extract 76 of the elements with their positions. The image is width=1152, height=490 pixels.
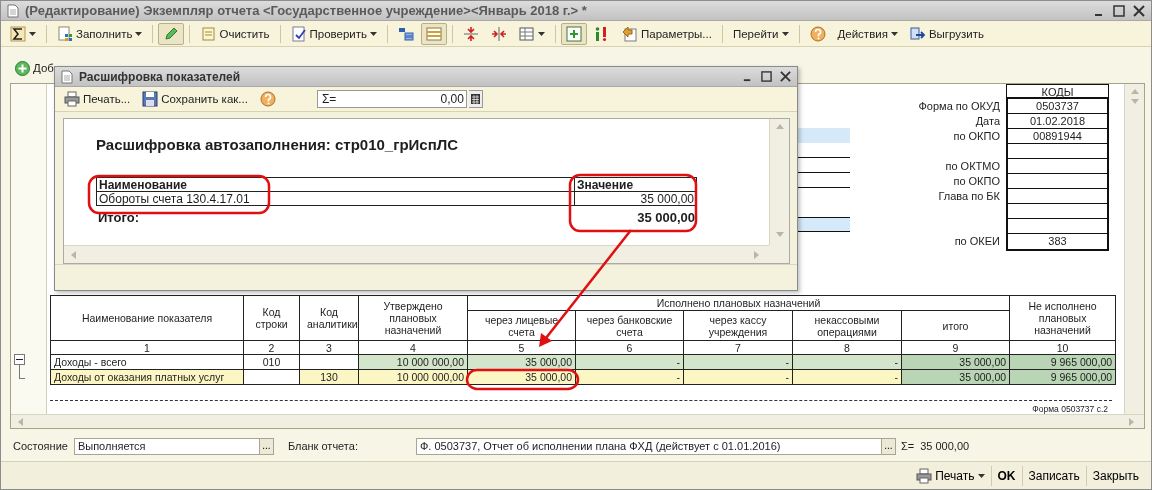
caret-icon: [977, 473, 985, 478]
code-value: 383: [1006, 234, 1109, 251]
codes-header: КОДЫ: [1006, 84, 1109, 99]
dialog-title: Расшифровка показателей: [79, 69, 241, 84]
close-icon[interactable]: [780, 71, 791, 82]
printer-icon: [64, 91, 80, 107]
code-value: 01.02.2018: [1006, 114, 1109, 129]
column-header: Не исполнено плановых назначений: [1009, 295, 1116, 341]
code-value: 0503737: [1006, 99, 1109, 114]
code-label: по ОКПО: [952, 174, 1001, 189]
code-label: Форма по ОКУД: [917, 99, 1001, 114]
toolbar-button[interactable]: Параметры...: [617, 22, 717, 45]
code-value: 00891944: [1006, 129, 1109, 144]
column-header: Значение: [574, 177, 697, 192]
toolbar-button[interactable]: Выгрузить: [904, 22, 989, 45]
document-grid-icon: [57, 25, 73, 42]
code-label: Дата: [974, 114, 1001, 129]
help-icon[interactable]: [809, 25, 826, 42]
export-icon: [909, 25, 926, 42]
table-rows-icon: [426, 25, 443, 42]
total-label: Итого:: [97, 209, 140, 226]
toolbar-button[interactable]: Печать...: [59, 88, 136, 110]
column-header: через кассу учреждения: [683, 310, 793, 341]
column-header: Утверждено плановых назначений: [358, 295, 468, 341]
code-label: по ОКТМО: [944, 159, 1001, 174]
add-square-icon: [566, 25, 583, 42]
column-header: Код строки: [243, 295, 300, 341]
help-icon[interactable]: [259, 91, 276, 107]
column-header: итого: [901, 310, 1010, 341]
column-header: Код аналитики: [299, 295, 359, 341]
sum-label: Σ=: [900, 440, 915, 452]
collapse-arrows-icon: [463, 25, 480, 42]
calculator-button[interactable]: [468, 90, 483, 108]
maximize-icon[interactable]: [1113, 4, 1125, 17]
note-icon: [200, 25, 217, 42]
code-label: по ОКПО: [952, 129, 1001, 144]
grid-icon: [519, 25, 536, 42]
window-title: (Редактирование) Экземпляр отчета <Государственное учреждение><Январь 2018 г.> *: [25, 3, 587, 18]
page-label: Форма 0503737 с.2: [1032, 404, 1108, 414]
column-header: Наименование показателя: [50, 295, 244, 341]
toolbar-button[interactable]: Сохранить как...: [137, 88, 253, 110]
document-check-icon: [290, 25, 307, 42]
status-field[interactable]: Выполняется: [73, 437, 260, 455]
maximize-icon[interactable]: [761, 71, 772, 82]
footer-button[interactable]: Записать: [1021, 465, 1086, 486]
column-header: некассовыми операциями: [792, 310, 902, 341]
code-label: по ОКЕИ: [953, 234, 1001, 249]
printer-icon: [916, 467, 933, 484]
merge-arrows-icon: [491, 25, 508, 42]
toolbar-button[interactable]: Действия: [832, 22, 903, 45]
footer-button[interactable]: Закрыть: [1085, 465, 1145, 486]
plus-circle-icon: [15, 60, 30, 76]
field-label: Бланк отчета:: [287, 440, 358, 452]
column-header: Наименование: [96, 177, 575, 192]
table-cell: 35 000,00: [574, 191, 697, 206]
toolbar-button[interactable]: Проверить: [285, 22, 383, 45]
pencil-icon: [163, 25, 180, 42]
column-header: через банковские счета: [575, 310, 684, 341]
toolbar-button[interactable]: Перейти: [727, 22, 794, 45]
sum-value: 35 000,00: [920, 440, 970, 452]
close-icon[interactable]: [1133, 4, 1145, 17]
code-label: Глава по БК: [937, 189, 1001, 204]
tree-blocks-icon: [398, 25, 415, 42]
field-label: Состояние: [13, 440, 68, 452]
toolbar-button[interactable]: Заполнить: [52, 22, 148, 45]
footer-button[interactable]: Печать: [910, 465, 991, 486]
total-value: 35 000,00: [636, 209, 696, 226]
form-blank-field[interactable]: Ф. 0503737, Отчет об исполнении плана ФХД (действует с 01.01.2016): [415, 437, 882, 455]
sum-field[interactable]: Σ= 0,00: [316, 90, 467, 108]
footer-button[interactable]: OK: [990, 465, 1022, 486]
report-heading: Расшифровка автозаполнения: стр010_грИспЛС: [96, 136, 460, 153]
floppy-icon: [142, 91, 159, 107]
toolbar-button[interactable]: Очистить: [195, 22, 275, 45]
sigma-icon: [10, 25, 26, 42]
column-group-header: Исполнено плановых назначений: [467, 295, 1010, 311]
table-cell: Обороты счета 130.4.17.01: [96, 191, 575, 206]
